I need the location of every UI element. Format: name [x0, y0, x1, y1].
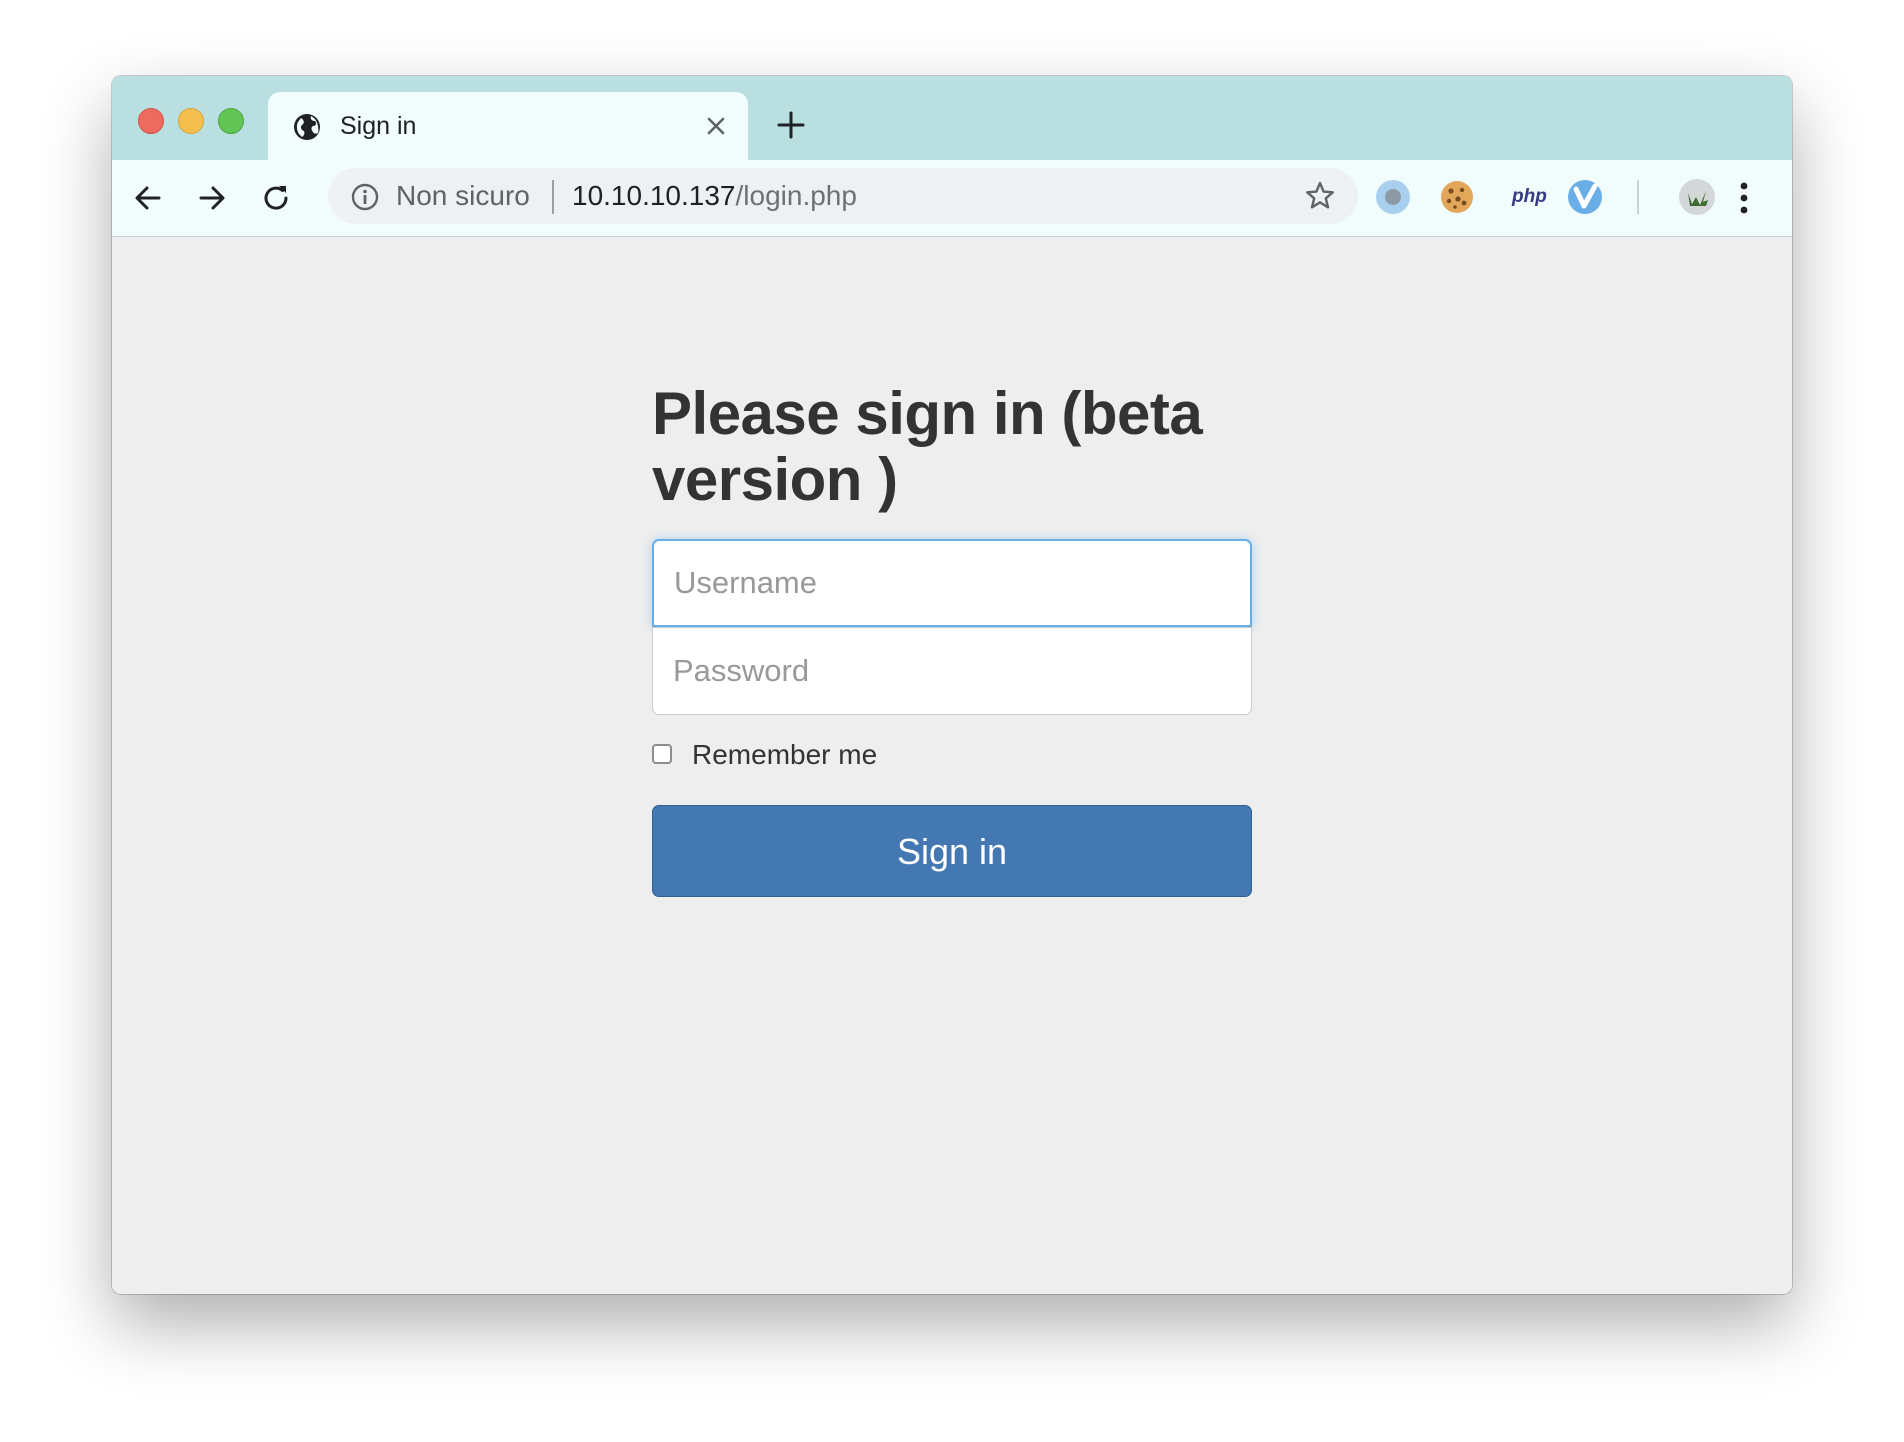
profile-avatar-icon[interactable] — [1678, 178, 1716, 216]
password-input[interactable] — [652, 627, 1252, 715]
remember-me-label[interactable]: Remember me — [692, 739, 877, 771]
maximize-window-button[interactable] — [218, 108, 244, 134]
url-text: 10.10.10.137/login.php — [572, 180, 857, 212]
browser-toolbar: Non sicuro 10.10.10.137/login.php php — [112, 160, 1792, 237]
cookie-extension-icon[interactable] — [1438, 178, 1476, 216]
v-extension-icon[interactable] — [1566, 178, 1604, 216]
php-extension-icon[interactable]: php — [1512, 182, 1547, 212]
remember-me-checkbox[interactable] — [652, 744, 672, 764]
bookmark-star-icon[interactable] — [1304, 180, 1336, 212]
forward-arrow-icon[interactable] — [194, 180, 230, 216]
close-tab-icon[interactable] — [704, 114, 728, 138]
tab-title: Sign in — [340, 112, 417, 140]
browser-window: Sign in Non sicuro 10.10.10.137/login.ph… — [112, 76, 1792, 1294]
username-input[interactable] — [652, 539, 1252, 627]
remember-me-row[interactable]: Remember me — [652, 739, 1252, 771]
sign-in-button[interactable]: Sign in — [652, 805, 1252, 897]
toolbar-divider — [1637, 180, 1639, 214]
tab-sign-in[interactable]: Sign in — [268, 92, 748, 160]
info-icon[interactable] — [350, 182, 380, 212]
tab-strip: Sign in — [112, 76, 1792, 160]
kebab-menu-icon[interactable] — [1738, 178, 1750, 218]
close-window-button[interactable] — [138, 108, 164, 134]
sign-in-form: Please sign in (beta version ) Remember … — [652, 381, 1252, 897]
address-bar[interactable]: Non sicuro 10.10.10.137/login.php — [328, 168, 1358, 224]
url-host: 10.10.10.137 — [572, 180, 736, 211]
address-bar-divider — [552, 180, 554, 214]
minimize-window-button[interactable] — [178, 108, 204, 134]
new-tab-plus-icon[interactable] — [776, 110, 806, 140]
page-heading: Please sign in (beta version ) — [652, 380, 1203, 513]
url-path: /login.php — [735, 180, 857, 211]
page-content: Please sign in (beta version ) Remember … — [112, 237, 1792, 1294]
back-arrow-icon[interactable] — [130, 180, 166, 216]
reload-icon[interactable] — [258, 180, 294, 216]
security-status-label: Non sicuro — [396, 180, 530, 211]
record-extension-icon[interactable] — [1374, 178, 1412, 216]
globe-icon — [294, 114, 320, 140]
